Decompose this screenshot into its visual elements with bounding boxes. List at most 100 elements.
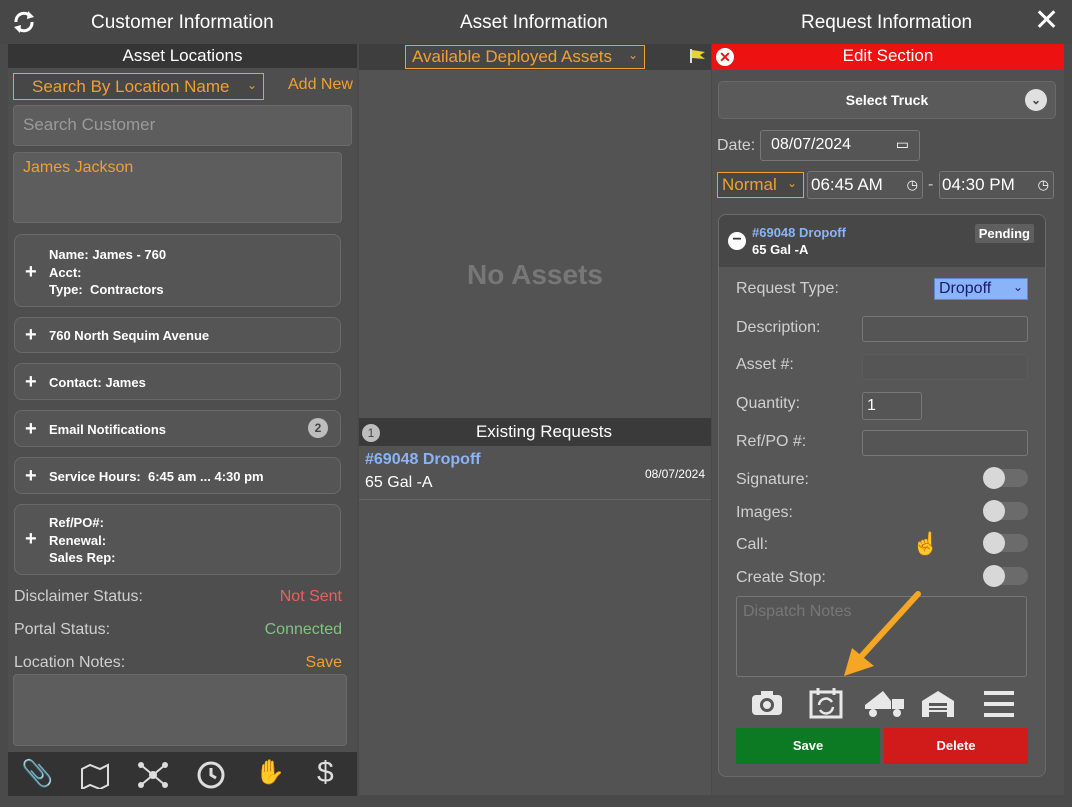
- request-type-select[interactable]: Dropoff ⌄: [934, 278, 1028, 300]
- disclaimer-status-row: Disclaimer Status: Not Sent: [14, 588, 342, 606]
- description-input[interactable]: [862, 316, 1028, 342]
- email-count-badge: 2: [308, 418, 328, 438]
- chevron-down-icon: ⌄: [786, 176, 797, 190]
- service-hours-value: 6:45 am ... 4:30 pm: [148, 469, 264, 484]
- plus-icon[interactable]: +: [25, 528, 37, 551]
- flag-icon[interactable]: [689, 48, 707, 64]
- network-icon[interactable]: [136, 760, 170, 790]
- ref-po-label: Ref/PO#:: [49, 515, 104, 530]
- location-toolbar: 📎 ✋ $: [8, 752, 357, 796]
- ref-po-input[interactable]: [862, 430, 1028, 456]
- tab-request-information[interactable]: Request Information: [801, 12, 972, 34]
- refresh-icon[interactable]: [11, 9, 37, 35]
- request-card-id[interactable]: #69048 Dropoff: [752, 225, 846, 240]
- clock-icon[interactable]: ◷: [907, 177, 918, 193]
- email-notifications-card[interactable]: + Email Notifications 2: [14, 410, 341, 447]
- asset-locations-title: Asset Locations: [8, 44, 357, 68]
- address-card[interactable]: + 760 North Sequim Avenue: [14, 317, 341, 353]
- edit-section-title: Edit Section: [842, 46, 934, 65]
- location-notes-save[interactable]: Save: [306, 654, 342, 672]
- camera-icon[interactable]: [750, 689, 784, 717]
- plus-icon[interactable]: +: [25, 371, 37, 394]
- disclaimer-status-value[interactable]: Not Sent: [280, 588, 342, 606]
- start-time-value: 06:45 AM: [811, 175, 883, 194]
- map-icon[interactable]: [80, 763, 110, 789]
- customer-modal: Customer Information Asset Information R…: [0, 0, 1072, 807]
- request-list-item[interactable]: #69048 Dropoff 65 Gal -A 08/07/2024: [359, 446, 711, 500]
- name-value: James - 760: [92, 247, 167, 262]
- no-assets-message: No Assets: [467, 259, 603, 290]
- contact-label: Contact:: [49, 375, 102, 390]
- annotation-arrow: [844, 591, 921, 676]
- search-customer-input[interactable]: Search Customer: [13, 105, 352, 146]
- contact-card[interactable]: + Contact: James: [14, 363, 341, 400]
- portal-status-value: Connected: [264, 621, 342, 638]
- tab-asset-information[interactable]: Asset Information: [460, 12, 608, 34]
- priority-value: Normal: [722, 175, 777, 194]
- plus-icon[interactable]: +: [25, 418, 37, 441]
- select-truck-dropdown[interactable]: Select Truck ⌄: [718, 81, 1056, 119]
- start-time-input[interactable]: 06:45 AM ◷: [807, 171, 923, 199]
- plus-icon[interactable]: +: [25, 261, 37, 284]
- chevron-down-icon: ⌄: [1012, 280, 1023, 294]
- customer-info-lines: Name: James - 760 Acct: Type: Contractor…: [49, 246, 166, 299]
- request-type-label: Request Type:: [736, 280, 839, 297]
- signature-label: Signature:: [736, 471, 809, 488]
- customer-info-card[interactable]: + Name: James - 760 Acct: Type: Contract…: [14, 234, 341, 307]
- selected-customer-box[interactable]: James Jackson: [13, 152, 342, 223]
- menu-icon[interactable]: [983, 689, 1015, 719]
- calendar-icon[interactable]: ▭: [896, 136, 909, 153]
- address-text: 760 North Sequim Avenue: [49, 328, 210, 343]
- asset-filter-select[interactable]: Available Deployed Assets ⌄: [405, 45, 645, 69]
- end-time-input[interactable]: 04:30 PM ◷: [939, 171, 1054, 199]
- clock-icon[interactable]: [196, 760, 226, 790]
- stop-hand-icon[interactable]: ✋: [255, 758, 285, 787]
- recurring-calendar-icon[interactable]: [809, 687, 843, 719]
- existing-requests-header: 1 Existing Requests: [359, 418, 711, 446]
- paperclip-icon[interactable]: 📎: [21, 758, 53, 789]
- clock-icon[interactable]: ◷: [1038, 177, 1049, 193]
- asset-number-input[interactable]: [862, 354, 1028, 380]
- plus-icon[interactable]: +: [25, 465, 37, 488]
- portal-status-row: Portal Status: Connected: [14, 621, 342, 639]
- select-truck-value: Select Truck: [845, 92, 929, 108]
- chevron-down-icon: ⌄: [627, 48, 638, 62]
- quantity-value: 1: [867, 397, 876, 414]
- quantity-label: Quantity:: [736, 395, 801, 412]
- dollar-icon[interactable]: $: [317, 756, 334, 790]
- request-detail-card: − #69048 Dropoff 65 Gal -A Pending Reque…: [718, 214, 1046, 777]
- hand-cursor-icon: ☝: [912, 531, 940, 556]
- request-id-link[interactable]: #69048 Dropoff: [365, 451, 481, 469]
- location-notes-textarea[interactable]: [13, 674, 347, 746]
- plus-icon[interactable]: +: [25, 324, 37, 347]
- signature-toggle[interactable]: [983, 467, 1028, 489]
- close-icon[interactable]: ✕: [1034, 4, 1059, 38]
- date-input[interactable]: 08/07/2024 ▭: [760, 130, 920, 161]
- quantity-input[interactable]: 1: [862, 392, 922, 420]
- add-new-link[interactable]: Add New: [288, 76, 353, 94]
- dump-truck-icon[interactable]: [861, 689, 907, 719]
- location-notes-label: Location Notes:: [14, 654, 126, 671]
- acct-label: Acct:: [49, 264, 82, 280]
- delete-button[interactable]: Delete: [884, 728, 1028, 764]
- request-date: 08/07/2024: [644, 467, 705, 481]
- search-mode-select[interactable]: Search By Location Name ⌄: [13, 73, 264, 100]
- save-button[interactable]: Save: [736, 728, 880, 764]
- service-hours-card[interactable]: + Service Hours: 6:45 am ... 4:30 pm: [14, 457, 341, 494]
- service-hours-label: Service Hours:: [49, 469, 141, 484]
- create-stop-toggle[interactable]: [983, 565, 1028, 587]
- description-label: Description:: [736, 319, 821, 336]
- priority-select[interactable]: Normal ⌄: [717, 172, 804, 198]
- request-card-header[interactable]: − #69048 Dropoff 65 Gal -A Pending: [719, 215, 1045, 267]
- ref-po-label: Ref/PO #:: [736, 433, 807, 450]
- tab-customer-information[interactable]: Customer Information: [91, 12, 274, 34]
- request-card-item: 65 Gal -A: [752, 242, 809, 257]
- request-item-text: 65 Gal -A: [365, 474, 433, 491]
- warehouse-icon[interactable]: [920, 689, 956, 719]
- chevron-down-icon: ⌄: [1025, 89, 1047, 111]
- call-toggle[interactable]: [983, 532, 1028, 554]
- images-toggle[interactable]: [983, 500, 1028, 522]
- close-edit-icon[interactable]: ✕: [716, 48, 734, 66]
- collapse-icon[interactable]: −: [728, 232, 746, 250]
- ref-renewal-card[interactable]: + Ref/PO#: Renewal: Sales Rep:: [14, 504, 341, 575]
